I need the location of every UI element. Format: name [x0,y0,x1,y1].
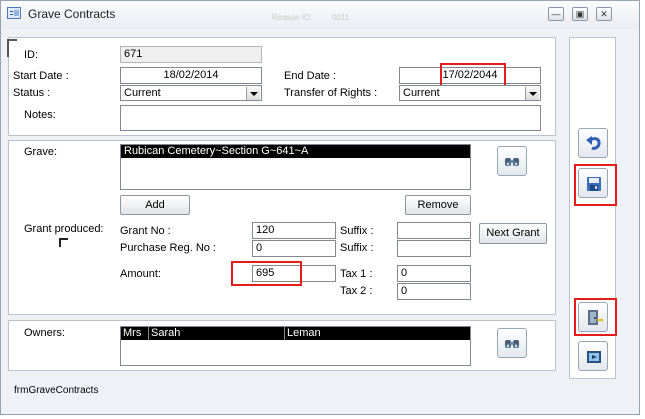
owner-row[interactable]: Mrs Sarah Leman [121,327,470,340]
amount-highlight [231,261,302,286]
tax1-label: Tax 1 : [340,268,373,280]
binoculars-icon [505,158,519,166]
transfer-label: Transfer of Rights : [284,87,378,99]
grave-lookup-button[interactable] [497,146,527,176]
tax2-field[interactable]: 0 [397,283,471,300]
restore-button[interactable]: ▣ [572,7,588,21]
grant-produced-label: Grant produced: [24,223,104,235]
window-title: Grave Contracts [28,7,116,21]
close-button[interactable]: ✕ [596,7,612,21]
next-grant-button[interactable]: Next Grant [479,223,547,244]
form-name-footer: frmGraveContracts [14,385,99,396]
suffix2-label: Suffix : [340,242,374,254]
grant-no-field[interactable]: 120 [252,222,336,239]
start-date-label: Start Date : [13,70,69,82]
amount-label: Amount: [120,268,161,280]
owner-title: Mrs [121,327,149,340]
notes-label: Notes: [24,109,56,121]
preview-button[interactable] [578,341,608,371]
binoculars-icon [505,340,519,348]
transfer-dropdown-button[interactable] [525,87,539,100]
minimize-icon: — [551,9,561,19]
notes-field[interactable] [120,105,541,131]
end-date-highlight [440,63,506,87]
grant-produced-checkbox[interactable] [59,238,68,247]
save-highlight [574,164,617,206]
purchase-reg-label: Purchase Reg. No : [120,242,216,254]
owners-list[interactable]: Mrs Sarah Leman [120,326,471,366]
transfer-value: Current [403,87,440,99]
status-dropdown-button[interactable] [246,87,260,100]
owners-label: Owners: [24,327,65,339]
transfer-combo[interactable]: Current [399,85,541,101]
faded-caption: Reason ID: 0011 [272,13,350,22]
grave-list[interactable]: Rubican Cemetery~Section G~641~A [120,144,471,190]
owners-lookup-button[interactable] [497,328,527,358]
purchase-reg-field[interactable]: 0 [252,240,336,257]
close-icon: ✕ [600,9,608,19]
remove-grave-button[interactable]: Remove [405,195,471,215]
start-date-field[interactable]: 18/02/2014 [120,67,262,84]
preview-icon [587,351,601,363]
status-label: Status : [13,87,51,99]
grave-label: Grave: [24,146,58,158]
tax2-label: Tax 2 : [340,285,373,297]
grant-no-label: Grant No : [120,225,171,237]
id-label: ID: [24,49,39,61]
undo-icon [586,136,601,150]
form-icon [7,7,21,19]
status-value: Current [124,87,161,99]
id-field: 671 [120,46,262,63]
owner-last-name: Leman [287,327,321,339]
end-date-label: End Date : [284,70,336,82]
owner-first-name: Sarah [149,327,285,340]
undo-button[interactable] [578,128,608,158]
suffix2-field[interactable] [397,240,471,257]
tax1-field[interactable]: 0 [397,265,471,282]
add-grave-button[interactable]: Add [120,195,190,215]
exit-highlight [574,298,617,336]
grave-list-selected-item[interactable]: Rubican Cemetery~Section G~641~A [121,145,470,158]
focus-corner [7,39,17,57]
status-combo[interactable]: Current [120,85,262,101]
restore-icon: ▣ [575,9,585,19]
minimize-button[interactable]: — [548,7,564,21]
suffix-field[interactable] [397,222,471,239]
suffix-label: Suffix : [340,225,374,237]
